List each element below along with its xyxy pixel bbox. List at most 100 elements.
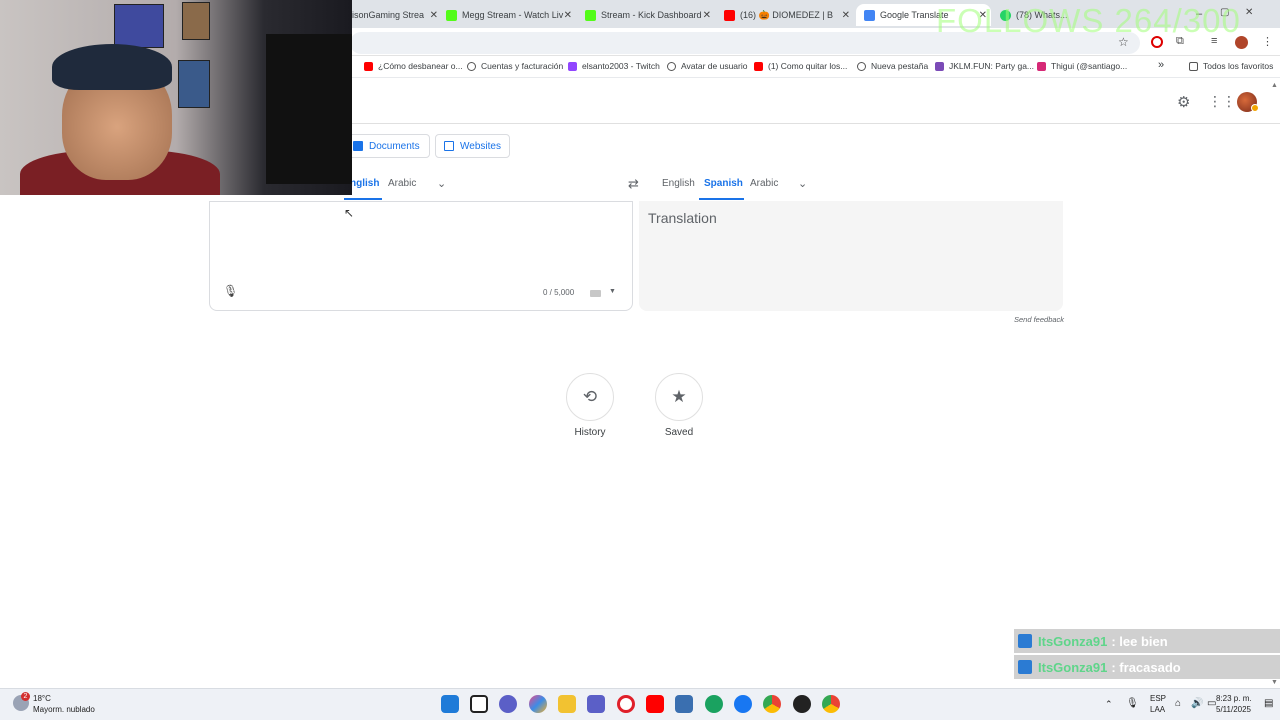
bookmark-item[interactable]: Cuentas y facturación bbox=[467, 61, 563, 71]
source-lang-arabic[interactable]: Arabic bbox=[388, 178, 416, 189]
target-lang-spanish[interactable]: Spanish bbox=[704, 178, 743, 189]
obs-icon[interactable] bbox=[793, 695, 811, 713]
bookmark-item[interactable]: Thigui (@santiago... bbox=[1037, 61, 1127, 71]
youtube-icon bbox=[754, 61, 763, 71]
source-lang-indicator bbox=[344, 198, 382, 200]
notification-badge bbox=[1251, 104, 1259, 112]
target-lang-indicator bbox=[699, 198, 744, 200]
source-text-panel[interactable]: 🎙 0 / 5,000 ▼ bbox=[209, 201, 633, 311]
volume-icon[interactable]: 🔊 bbox=[1191, 698, 1203, 709]
globe-icon bbox=[857, 61, 866, 71]
close-icon[interactable]: ✕ bbox=[842, 10, 850, 21]
bookmark-label: (1) Como quitar los... bbox=[768, 61, 848, 71]
bookmark-label: Thigui (@santiago... bbox=[1051, 61, 1128, 71]
tab-kick-dashboard[interactable]: Stream - Kick Dashboard ✕ bbox=[585, 4, 715, 26]
copilot-icon[interactable] bbox=[529, 695, 547, 713]
close-icon[interactable]: ✕ bbox=[703, 10, 711, 21]
target-lang-arabic[interactable]: Arabic bbox=[750, 178, 778, 189]
windows-start-icon[interactable] bbox=[441, 695, 459, 713]
tab-isongaming[interactable]: isonGaming Strea ✕ bbox=[352, 4, 442, 26]
chat-message: ItsGonza91 : fracasado bbox=[1014, 655, 1280, 679]
chrome-icon[interactable] bbox=[822, 695, 840, 713]
google-translate-icon bbox=[864, 9, 875, 21]
teams-icon[interactable] bbox=[587, 695, 605, 713]
kick-icon bbox=[585, 9, 596, 21]
history-button[interactable]: ⟲ bbox=[566, 373, 614, 421]
globe-icon bbox=[667, 61, 676, 71]
clock-time[interactable]: 8:23 p. m. bbox=[1216, 694, 1252, 703]
microphone-icon[interactable]: 🎙 bbox=[223, 284, 238, 298]
saved-button[interactable]: ★ bbox=[655, 373, 703, 421]
websites-label: Websites bbox=[460, 140, 501, 152]
opera-icon[interactable] bbox=[617, 695, 635, 713]
close-window-icon[interactable]: ✕ bbox=[1245, 7, 1253, 18]
overflow-label: » bbox=[1158, 59, 1165, 71]
clock-date[interactable]: 5/11/2025 bbox=[1216, 705, 1251, 714]
scroll-up-icon[interactable]: ▲ bbox=[1271, 82, 1278, 89]
chat-app-icon[interactable] bbox=[499, 695, 517, 713]
source-lang-english[interactable]: nglish bbox=[350, 178, 379, 189]
bookmark-item[interactable]: Nueva pestaña bbox=[857, 61, 928, 71]
tray-overflow-icon[interactable]: ⌃ bbox=[1105, 699, 1113, 710]
bookmark-item[interactable]: Avatar de usuario bbox=[667, 61, 747, 71]
folder-icon bbox=[1189, 61, 1198, 71]
settings-gear-icon[interactable]: ⚙ bbox=[1177, 93, 1190, 111]
streamer-cap bbox=[52, 44, 172, 90]
bookmarks-overflow-button[interactable]: » bbox=[1158, 59, 1164, 71]
apps-grid-icon[interactable]: ⋮⋮ bbox=[1208, 93, 1236, 110]
scroll-down-icon[interactable]: ▼ bbox=[1271, 679, 1278, 686]
send-feedback-link[interactable]: Send feedback bbox=[1014, 315, 1064, 324]
website-icon bbox=[444, 141, 454, 151]
swap-languages-icon[interactable]: ⇄ bbox=[628, 176, 639, 192]
notifications-icon[interactable]: ▤ bbox=[1264, 698, 1273, 709]
file-explorer-icon[interactable] bbox=[558, 695, 576, 713]
bookmark-item[interactable]: (1) Como quitar los... bbox=[754, 61, 847, 71]
input-language-bottom[interactable]: LAA bbox=[1150, 705, 1165, 714]
bookmark-item[interactable]: JKLM.FUN: Party ga... bbox=[935, 61, 1034, 71]
tab-diomedez[interactable]: (16) 🎃 DIOMEDEZ | B ✕ bbox=[724, 4, 854, 26]
wall-poster bbox=[114, 4, 164, 48]
character-counter: 0 / 5,000 bbox=[543, 288, 575, 297]
bookmark-label: JKLM.FUN: Party ga... bbox=[949, 61, 1035, 71]
chat-username: ItsGonza91 bbox=[1038, 633, 1108, 649]
documents-button[interactable]: Documents bbox=[344, 134, 430, 158]
weather-badge: 2 bbox=[21, 692, 30, 701]
tab-label: (16) 🎃 DIOMEDEZ | B bbox=[740, 9, 834, 20]
keyboard-dropdown-icon[interactable]: ▼ bbox=[609, 288, 616, 295]
tab-label: Megg Stream - Watch Liv bbox=[462, 10, 564, 20]
follows-goal-overlay: FOLLOWS 264/300 bbox=[936, 2, 1241, 39]
all-bookmarks-button[interactable]: Todos los favoritos bbox=[1189, 61, 1273, 71]
target-lang-dropdown-chevron-down-icon[interactable]: ⌄ bbox=[798, 177, 807, 190]
bookmark-label: elsanto2003 - Twitch bbox=[582, 61, 660, 71]
input-language-top[interactable]: ESP bbox=[1150, 694, 1166, 703]
all-bookmarks-label: Todos los favoritos bbox=[1203, 61, 1274, 71]
facebook-icon[interactable] bbox=[734, 695, 752, 713]
bookmark-label: ¿Cómo desbanear o... bbox=[378, 61, 463, 71]
close-icon[interactable]: ✕ bbox=[430, 10, 438, 21]
chrome-icon[interactable] bbox=[763, 695, 781, 713]
store-icon[interactable] bbox=[675, 695, 693, 713]
weather-temp: 18°C bbox=[33, 694, 51, 703]
globe-icon bbox=[467, 61, 476, 71]
task-view-icon[interactable] bbox=[470, 695, 488, 713]
keyboard-icon[interactable] bbox=[590, 290, 601, 297]
history-label: History bbox=[574, 427, 606, 438]
windows-taskbar bbox=[0, 688, 1280, 720]
bookmark-item[interactable]: elsanto2003 - Twitch bbox=[568, 61, 660, 71]
source-lang-dropdown-chevron-down-icon[interactable]: ⌄ bbox=[437, 177, 446, 190]
network-icon[interactable]: ⌂ bbox=[1175, 698, 1181, 709]
microphone-icon[interactable]: 🎙 bbox=[1126, 698, 1139, 709]
tab-label: Stream - Kick Dashboard bbox=[601, 10, 702, 20]
close-icon[interactable]: ✕ bbox=[564, 10, 572, 21]
edge-icon[interactable] bbox=[705, 695, 723, 713]
bookmark-item[interactable]: ¿Cómo desbanear o... bbox=[364, 61, 463, 71]
star-icon: ★ bbox=[671, 387, 687, 406]
youtube-icon[interactable] bbox=[646, 695, 664, 713]
target-lang-english[interactable]: English bbox=[662, 178, 695, 189]
websites-button[interactable]: Websites bbox=[435, 134, 510, 158]
tab-label: isonGaming Strea bbox=[352, 10, 425, 20]
tab-megg-stream[interactable]: Megg Stream - Watch Liv ✕ bbox=[446, 4, 576, 26]
kick-icon bbox=[446, 9, 457, 21]
jklm-icon bbox=[935, 61, 944, 71]
menu-icon[interactable]: ⋮ bbox=[1262, 35, 1273, 48]
